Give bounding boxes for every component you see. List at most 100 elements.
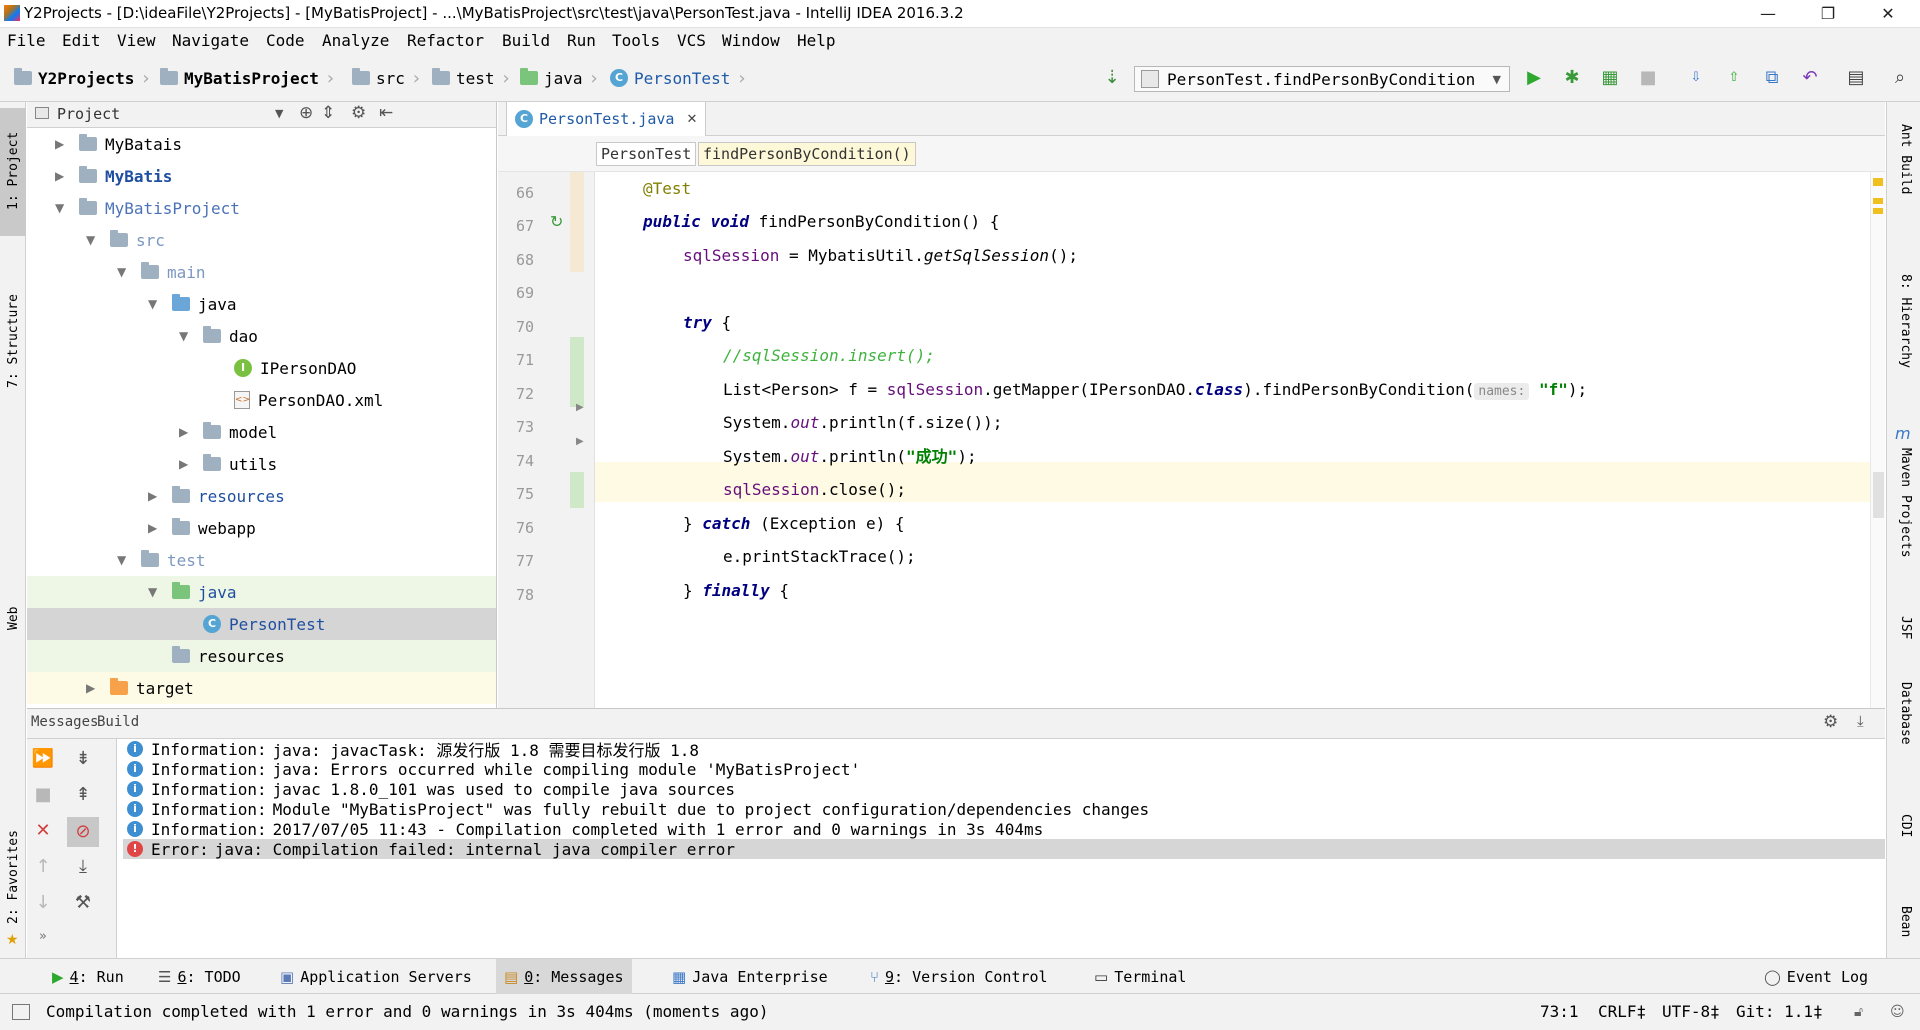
ant-build-tool-label[interactable]: Ant Build	[1898, 124, 1913, 194]
chevron-right-icon[interactable]: ▶	[148, 489, 160, 503]
inspector-icon[interactable]: ☺	[1890, 1004, 1905, 1020]
toggle-tool-windows-icon[interactable]	[12, 1004, 30, 1020]
vcs-compare-icon[interactable]: ⧉	[1760, 66, 1784, 90]
tree-item[interactable]: ▶ MyBatais	[27, 128, 496, 160]
tool-todo[interactable]: ☰ 6: TODO	[150, 966, 249, 988]
hide-panel-icon[interactable]: ⇤	[379, 103, 393, 123]
chevron-down-icon[interactable]: ▼	[117, 553, 129, 567]
chevron-down-icon[interactable]: ▼	[179, 329, 191, 343]
close-icon[interactable]: ✕	[31, 819, 55, 843]
stop-icon[interactable]: ■	[31, 783, 55, 807]
tree-item[interactable]: resources	[27, 640, 496, 672]
more-icon[interactable]: »	[31, 925, 55, 949]
editor-scrollbar[interactable]	[1870, 172, 1885, 708]
close-window-button[interactable]: ✕	[1865, 0, 1911, 28]
breadcrumb-persontest[interactable]: C PersonTest ›	[610, 66, 747, 90]
rerun-icon[interactable]: ⏩	[31, 747, 55, 771]
chevron-down-icon[interactable]: ▼	[275, 107, 283, 120]
gear-icon[interactable]: ⚙	[351, 103, 366, 123]
status-message[interactable]: Compilation completed with 1 error and 0…	[46, 1002, 768, 1021]
tool-messages[interactable]: ▤ 0: Messages	[496, 959, 632, 994]
menu-edit[interactable]: Edit	[62, 31, 101, 50]
debug-icon[interactable]: ✱	[1560, 66, 1584, 90]
menu-vcs[interactable]: VCS	[677, 31, 706, 50]
tree-item[interactable]: ▼ dao	[27, 320, 496, 352]
run-configuration-select[interactable]: PersonTest.findPersonByCondition ▼	[1134, 66, 1510, 92]
menu-run[interactable]: Run	[567, 31, 596, 50]
menu-window[interactable]: Window	[722, 31, 780, 50]
chevron-down-icon[interactable]: ▼	[148, 585, 160, 599]
scroll-thumb[interactable]	[1873, 472, 1884, 518]
close-tab-icon[interactable]: ✕	[686, 112, 697, 127]
cdi-tool-label[interactable]: CDI	[1898, 814, 1913, 837]
menu-build[interactable]: Build	[502, 31, 550, 50]
tab-persontest[interactable]: C PersonTest.java ✕	[506, 102, 707, 136]
tree-item[interactable]: <> PersonDAO.xml	[27, 384, 496, 416]
fold-arrow-icon[interactable]: ▶	[576, 402, 584, 413]
vcs-update-icon[interactable]: ⇩	[1684, 66, 1708, 90]
show-errors-icon[interactable]: ⊘	[67, 817, 99, 847]
hierarchy-tool-label[interactable]: 8: Hierarchy	[1898, 274, 1913, 368]
tree-item[interactable]: ▼ test	[27, 544, 496, 576]
breadcrumb-src[interactable]: src ›	[352, 66, 422, 90]
chevron-right-icon[interactable]: ▶	[55, 169, 67, 183]
collapse-all-icon[interactable]: ⇞	[71, 783, 95, 807]
messages-build-tab[interactable]: Build	[97, 714, 139, 730]
file-encoding[interactable]: UTF-8‡	[1662, 1002, 1720, 1021]
tree-item[interactable]: ▼ java	[27, 576, 496, 608]
stop-icon[interactable]: ■	[1636, 66, 1660, 90]
info-message-row[interactable]: i Information: javac 1.8.0_101 was used to…	[123, 779, 1885, 799]
settings-wrench-icon[interactable]: ⚒	[71, 891, 95, 915]
tree-item[interactable]: ▶ utils	[27, 448, 496, 480]
web-tool-label[interactable]: Web	[6, 607, 21, 630]
info-message-row[interactable]: i Information: Module "MyBatisProject" was…	[123, 799, 1885, 819]
info-message-row[interactable]: i Information: 2017/07/05 11:43 - Compilat…	[123, 819, 1885, 839]
menu-refactor[interactable]: Refactor	[407, 31, 484, 50]
project-structure-icon[interactable]: ▤	[1844, 66, 1868, 90]
tool-application-servers[interactable]: ▣ Application Servers	[272, 966, 480, 988]
chevron-right-icon[interactable]: ▶	[86, 681, 98, 695]
tree-item[interactable]: I IPersonDAO	[27, 352, 496, 384]
tree-item[interactable]: ▶ model	[27, 416, 496, 448]
run-icon[interactable]: ▶	[1522, 66, 1546, 90]
maven-tool-label[interactable]: Maven Projects	[1898, 448, 1913, 558]
menu-analyze[interactable]: Analyze	[322, 31, 389, 50]
breadcrumb-y2projects[interactable]: Y2Projects ›	[14, 66, 151, 90]
line-separator[interactable]: CRLF‡	[1598, 1002, 1646, 1021]
tool-terminal[interactable]: ▭ Terminal	[1086, 966, 1194, 988]
info-message-row[interactable]: i Information: java: Errors occurred while…	[123, 759, 1885, 779]
scroll-from-source-icon[interactable]: ⊕	[299, 103, 313, 123]
chevron-down-icon[interactable]: ▼	[117, 265, 129, 279]
fold-arrow-icon[interactable]: ▶	[576, 436, 584, 447]
menu-navigate[interactable]: Navigate	[172, 31, 249, 50]
expand-all-icon[interactable]: ⇟	[71, 747, 95, 771]
run-with-coverage-icon[interactable]: ▦	[1598, 66, 1622, 90]
sort-down-icon[interactable]: ⇣	[1100, 66, 1124, 90]
git-branch[interactable]: Git: 1.1‡	[1736, 1002, 1823, 1021]
menu-tools[interactable]: Tools	[612, 31, 660, 50]
menu-file[interactable]: File	[7, 31, 46, 50]
maximize-button[interactable]: ❐	[1805, 0, 1851, 28]
favorites-tool-label[interactable]: 2: Favorites	[6, 830, 21, 924]
minimize-button[interactable]: —	[1745, 0, 1791, 28]
chevron-right-icon[interactable]: ▶	[179, 457, 191, 471]
tool-java-enterprise[interactable]: ▦ Java Enterprise	[664, 966, 836, 988]
tree-item[interactable]: ▼ MyBatisProject	[27, 192, 496, 224]
search-icon[interactable]: ⌕	[1888, 66, 1912, 90]
hide-panel-icon[interactable]: ⤓	[1857, 712, 1864, 730]
project-tool-label[interactable]: 1: Project	[6, 132, 21, 210]
jsf-tool-label[interactable]: JSF	[1898, 616, 1913, 639]
code-crumb-method[interactable]: findPersonByCondition()	[698, 142, 916, 166]
collapse-all-icon[interactable]: ⇕	[321, 103, 335, 123]
previous-message-icon[interactable]: ↑	[31, 855, 55, 879]
error-message-row[interactable]: ! Error: java: Compilation failed: interna…	[123, 839, 1885, 859]
chevron-down-icon[interactable]: ▼	[86, 233, 98, 247]
tree-item[interactable]: ▼ java	[27, 288, 496, 320]
tool-event-log[interactable]: ◯ Event Log	[1756, 966, 1876, 988]
menu-help[interactable]: Help	[797, 31, 836, 50]
chevron-right-icon[interactable]: ▶	[55, 137, 67, 151]
tool-run[interactable]: ▶ 4: Run	[44, 966, 132, 988]
breadcrumb-java[interactable]: java ›	[520, 66, 599, 90]
info-message-row[interactable]: i Information: java: javacTask: 源发行版 1.8 需…	[123, 739, 1885, 760]
chevron-right-icon[interactable]: ▶	[179, 425, 191, 439]
